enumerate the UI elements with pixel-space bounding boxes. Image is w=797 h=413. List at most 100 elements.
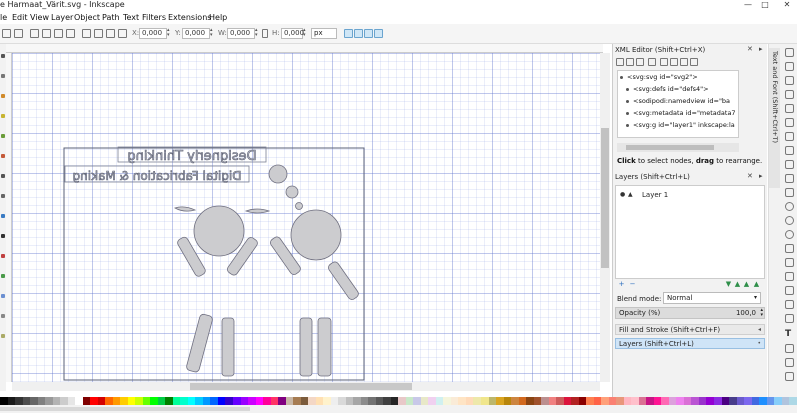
redo-icon[interactable] [785,146,794,155]
unit-select[interactable]: px [311,28,337,39]
menu-view[interactable]: View [30,12,49,23]
spiral-tool-icon[interactable] [1,154,5,158]
palette-swatch[interactable] [646,397,654,405]
unindent-node-icon[interactable] [660,58,668,66]
rotate-ccw-icon[interactable] [30,29,39,38]
x-input[interactable]: 0,000 [139,28,167,39]
add-layer-icon[interactable]: + [618,281,625,288]
palette-swatch[interactable] [458,397,466,405]
horizontal-ruler[interactable] [6,44,603,53]
palette-swatch[interactable] [180,397,188,405]
palette-swatch[interactable] [413,397,421,405]
menu-file[interactable]: le [0,12,7,23]
palette-swatch[interactable] [541,397,549,405]
selector-tool-icon[interactable] [1,54,5,58]
remove-layer-icon[interactable]: − [629,281,636,288]
blend-mode-select[interactable]: Normal ▾ [663,292,761,304]
layer-lower-icon[interactable]: ▲ [743,281,750,288]
palette-swatch[interactable] [586,397,594,405]
xml-editor-close-icon[interactable]: ✕ [747,45,753,54]
paste-icon[interactable] [785,188,794,197]
palette-swatch[interactable] [82,397,91,405]
palette-swatch[interactable] [323,397,331,405]
palette-swatch[interactable] [270,397,279,405]
xml-tree[interactable]: <svg:svg id="svg2"> <svg:defs id="defs4"… [617,70,739,138]
layer-to-top-icon[interactable]: ▲ [753,281,760,288]
tab-expand-icon[interactable]: ◂ [758,325,761,335]
dropper-tool-icon[interactable] [1,294,5,298]
xml-scroll-thumb[interactable] [626,145,714,150]
palette-swatch[interactable] [52,397,61,405]
palette-swatch[interactable] [533,397,542,405]
palette-swatch[interactable] [97,397,106,405]
rotate-cw-icon[interactable] [42,29,51,38]
gradient-tool-icon[interactable] [1,274,5,278]
palette-swatch[interactable] [30,397,38,405]
palette-swatch[interactable] [518,397,527,405]
save-icon[interactable] [785,76,794,85]
palette-swatch[interactable] [360,397,369,405]
palette-swatch[interactable] [683,397,692,405]
palette-swatch[interactable] [661,397,669,405]
palette-swatch[interactable] [653,397,662,405]
pen-tool-icon[interactable] [1,194,5,198]
palette-swatch[interactable] [330,397,339,405]
xml-node-layer[interactable]: <svg:g id="layer1" inkscape:la [626,121,735,130]
layer-row[interactable]: ● ▲ Layer 1 [616,190,764,200]
menu-edit[interactable]: Edit [12,12,28,23]
palette-swatch[interactable] [405,397,414,405]
palette-swatch[interactable] [0,397,8,405]
palette-swatch[interactable] [766,397,775,405]
layer-raise-icon[interactable]: ▲ [734,281,741,288]
zoom-selection-icon[interactable] [785,202,794,211]
palette-swatch[interactable] [774,397,782,405]
xml-node-namedview[interactable]: <sodipodi:namedview id="ba [626,97,730,106]
palette-swatch[interactable] [308,397,316,405]
pencil-tool-icon[interactable] [1,174,5,178]
palette-swatch[interactable] [503,397,512,405]
flip-vertical-icon[interactable] [66,29,75,38]
palette-swatch[interactable] [60,397,68,405]
palette-swatch[interactable] [150,397,158,405]
palette-swatch[interactable] [556,397,564,405]
palette-swatch[interactable] [706,397,714,405]
palette-swatch[interactable] [608,397,617,405]
palette-swatch[interactable] [526,397,534,405]
zoom-tool-icon[interactable] [1,334,5,338]
palette-swatch[interactable] [729,397,737,405]
palette-swatch[interactable] [22,397,31,405]
palette-swatch[interactable] [781,397,790,405]
lower-icon[interactable] [106,29,115,38]
lower-node-icon[interactable] [690,58,698,66]
palette-swatch[interactable] [638,397,647,405]
palette-swatch[interactable] [383,397,391,405]
palette-scrollbar[interactable] [0,407,250,411]
duplicate-icon[interactable] [785,244,794,253]
lock-icon[interactable] [262,29,268,38]
xml-node-svg-root[interactable]: <svg:svg id="svg2"> [620,73,698,82]
palette-swatch[interactable] [255,397,264,405]
menu-layer[interactable]: Layer [51,12,73,23]
palette-swatch[interactable] [548,397,557,405]
import-icon[interactable] [785,104,794,113]
new-text-node-icon[interactable] [626,58,634,66]
text-tool-icon[interactable] [1,234,5,238]
spray-tool-icon[interactable] [1,254,5,258]
height-input[interactable]: 0,000 [281,28,304,39]
palette-swatch[interactable] [112,397,121,405]
palette-swatch[interactable] [571,397,579,405]
select-all-icon[interactable] [2,29,11,38]
xml-node-defs[interactable]: <svg:defs id="defs4"> [626,85,709,94]
opacity-value[interactable]: 100,0 [736,308,756,318]
palette-swatch[interactable] [37,397,46,405]
palette-swatch[interactable] [578,397,587,405]
palette-swatch[interactable] [217,397,226,405]
horizontal-scroll-thumb[interactable] [190,383,412,390]
palette-swatch[interactable] [623,397,632,405]
palette-swatch[interactable] [435,397,444,405]
clone-icon[interactable] [785,258,794,267]
palette-swatch[interactable] [428,397,436,405]
palette-swatch[interactable] [120,397,128,405]
palette-swatch[interactable] [285,397,294,405]
palette-swatch[interactable] [248,397,256,405]
